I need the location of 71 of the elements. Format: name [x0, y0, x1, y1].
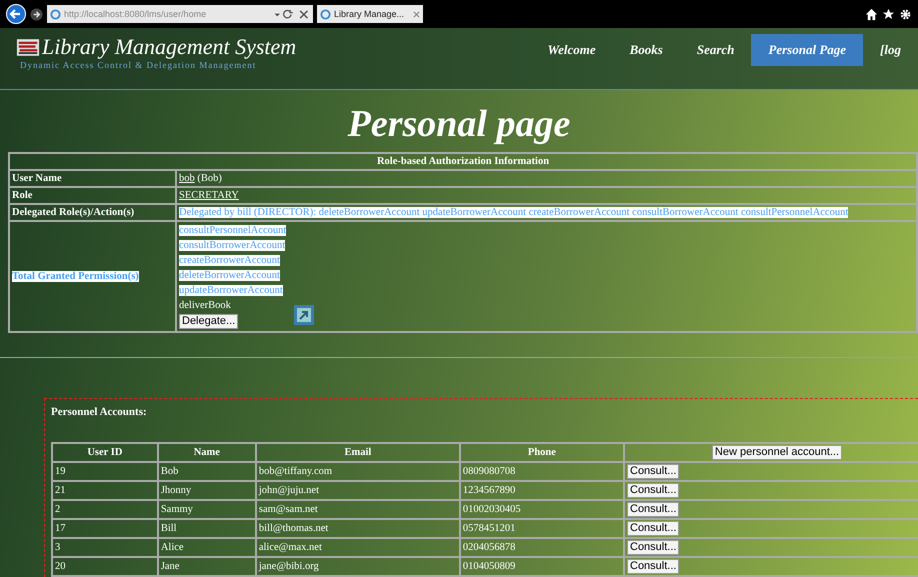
expand-icon[interactable]: [294, 305, 314, 325]
column-header: Name: [158, 443, 256, 462]
globe-icon: [320, 8, 331, 20]
tab-title: Library Manage...: [334, 9, 404, 19]
consult-button[interactable]: Consult...: [627, 540, 680, 555]
table-cell: john@juju.net: [256, 481, 460, 500]
nav-link[interactable]: Personal Page: [751, 34, 864, 66]
address-text: http://localhost:8080/lms/user/home: [64, 9, 208, 19]
table-cell: Sammy: [158, 500, 256, 519]
user-link[interactable]: bob: [179, 173, 195, 184]
consult-button[interactable]: Consult...: [627, 483, 680, 498]
user-full-name: (Bob): [197, 173, 222, 184]
settings-icon[interactable]: [899, 8, 912, 20]
close-icon[interactable]: [413, 10, 420, 18]
table-cell: alice@max.net: [256, 538, 460, 557]
table-cell: 21: [52, 481, 158, 500]
table-cell: bill@thomas.net: [256, 519, 460, 538]
table-cell: 0578451201: [460, 519, 624, 538]
table-cell: 0104050809: [460, 557, 624, 576]
table-cell: 3: [52, 538, 158, 557]
nav-link[interactable]: [log: [863, 34, 918, 66]
site-subtitle: Dynamic Access Control & Delegation Management: [20, 60, 258, 70]
table-cell: 2: [52, 500, 158, 519]
consult-button[interactable]: Consult...: [627, 559, 680, 574]
table-cell: 1234567890: [460, 481, 624, 500]
books-icon: [16, 38, 40, 56]
permission-item: updateBorrowerAccount: [179, 285, 283, 296]
nav-link[interactable]: Welcome: [530, 34, 613, 66]
forward-icon[interactable]: [30, 8, 43, 20]
permission-item: createBorrowerAccount: [179, 255, 280, 266]
table-cell: Bob: [158, 462, 256, 481]
role-link[interactable]: SECRETARY: [179, 190, 239, 201]
permission-item: deleteBorrowerAccount: [179, 270, 280, 281]
globe-icon: [50, 8, 61, 20]
back-icon[interactable]: [6, 4, 26, 24]
consult-button[interactable]: Consult...: [627, 502, 680, 517]
nav-link[interactable]: Books: [612, 34, 680, 66]
table-cell: Jhonny: [158, 481, 256, 500]
home-icon[interactable]: [865, 8, 878, 20]
table-cell: sam@sam.net: [256, 500, 460, 519]
table-cell: 0809080708: [460, 462, 624, 481]
consult-button[interactable]: Consult...: [627, 521, 680, 536]
table-cell: Bill: [158, 519, 256, 538]
consult-button[interactable]: Consult...: [627, 464, 680, 479]
row-label: User Name: [9, 170, 176, 187]
table-cell: bob@tiffany.com: [256, 462, 460, 481]
table-cell: 0204056878: [460, 538, 624, 557]
nav-link[interactable]: Search: [680, 34, 752, 66]
table-cell: 01002030405: [460, 500, 624, 519]
page-heading: Personal page: [346, 102, 572, 146]
table-cell: Alice: [158, 538, 256, 557]
row-label: Total Granted Permission(s): [12, 271, 139, 282]
column-header: Phone: [460, 443, 624, 462]
permission-item: deliverBook: [179, 300, 231, 311]
new-account-button[interactable]: New personnel account...: [712, 445, 842, 460]
address-controls-icon[interactable]: [272, 8, 310, 20]
row-label: Role: [9, 187, 176, 204]
table-cell: Jane: [158, 557, 256, 576]
star-icon[interactable]: [882, 8, 895, 20]
table-title: Role-based Authorization Information: [9, 153, 917, 170]
site-title: Library Management System: [42, 34, 296, 60]
table-cell: 20: [52, 557, 158, 576]
delegate-button[interactable]: Delegate...: [179, 314, 238, 329]
browser-tab[interactable]: Library Manage...: [317, 5, 423, 23]
section-title: Personnel Accounts:: [51, 405, 148, 420]
table-cell: 19: [52, 462, 158, 481]
column-header: Email: [256, 443, 460, 462]
table-cell: jane@bibi.org: [256, 557, 460, 576]
row-label: Delegated Role(s)/Action(s): [9, 204, 176, 221]
table-cell: 17: [52, 519, 158, 538]
column-header: User ID: [52, 443, 158, 462]
